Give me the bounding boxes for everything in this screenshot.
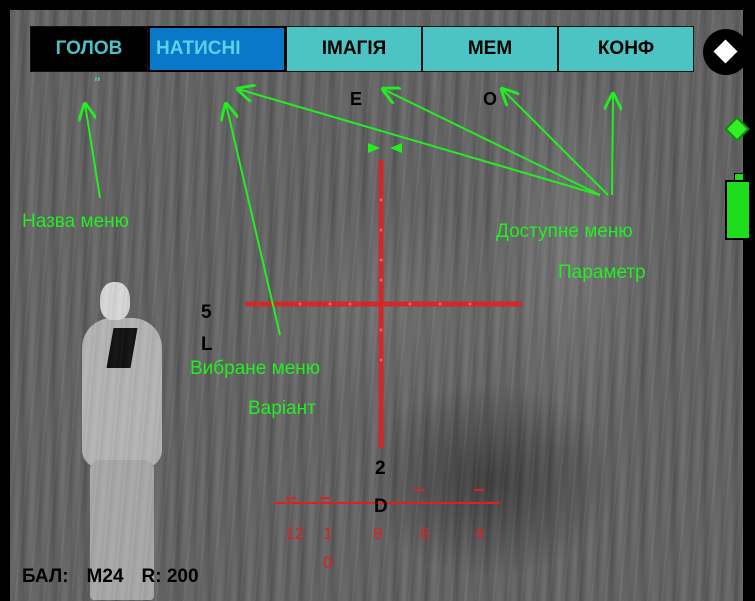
menu-title: ГОЛОВ <box>30 26 148 72</box>
menu-bar: ГОЛОВ НАТИСНІ ІМАГІЯ МЕМ КОНФ <box>30 26 694 72</box>
range-number: 1 <box>323 524 333 543</box>
left-marker-letter: L <box>201 334 213 355</box>
menu-option-label: ІМАГІЯ <box>321 38 387 59</box>
battery-icon <box>725 180 751 240</box>
annotation-menu-name: Назва меню <box>22 211 129 232</box>
menu-option-overflow-e: E <box>350 89 363 109</box>
range-number: 6 <box>420 524 430 543</box>
status-bar: БАЛ: M24 R: 200 <box>22 566 199 588</box>
menu-option-label: МЕМ <box>467 38 513 59</box>
soldier-torso <box>82 318 162 468</box>
circle-diamond-icon[interactable] <box>703 29 749 75</box>
menu-option-imagia[interactable]: ІМАГІЯ <box>286 26 422 72</box>
range-number: 0 <box>323 553 333 572</box>
range-readout: R: 200 <box>141 566 199 587</box>
range-number: 4 <box>474 524 484 543</box>
menu-option-overflow-o: O <box>483 89 498 109</box>
range-number: 12 <box>285 524 304 543</box>
menu-option-label: КОНФ <box>597 38 655 59</box>
annotation-available-line2: Параметр <box>558 262 646 283</box>
menu-title-overflow: " <box>94 74 101 90</box>
left-marker-number: 5 <box>201 302 212 323</box>
ballistic-label: БАЛ: <box>22 566 69 587</box>
soldier-head <box>100 282 130 320</box>
menu-option-mem[interactable]: МЕМ <box>422 26 558 72</box>
bottom-marker-letter: D <box>374 496 388 517</box>
menu-title-label: ГОЛОВ <box>55 38 123 59</box>
annotation-selected-line1: Вибране меню <box>190 358 321 379</box>
selected-option-label: НАТИСНІ <box>156 38 241 59</box>
range-number: 8 <box>373 524 383 543</box>
ballistic-value: M24 <box>86 566 124 587</box>
bottom-marker-number: 2 <box>375 458 386 479</box>
annotation-available-line1: Доступне меню <box>496 221 633 242</box>
selected-option[interactable]: НАТИСНІ <box>148 26 286 72</box>
menu-option-konf[interactable]: КОНФ <box>558 26 694 72</box>
annotation-selected-line2: Варіант <box>248 398 316 419</box>
soldier-rifle <box>106 328 138 368</box>
